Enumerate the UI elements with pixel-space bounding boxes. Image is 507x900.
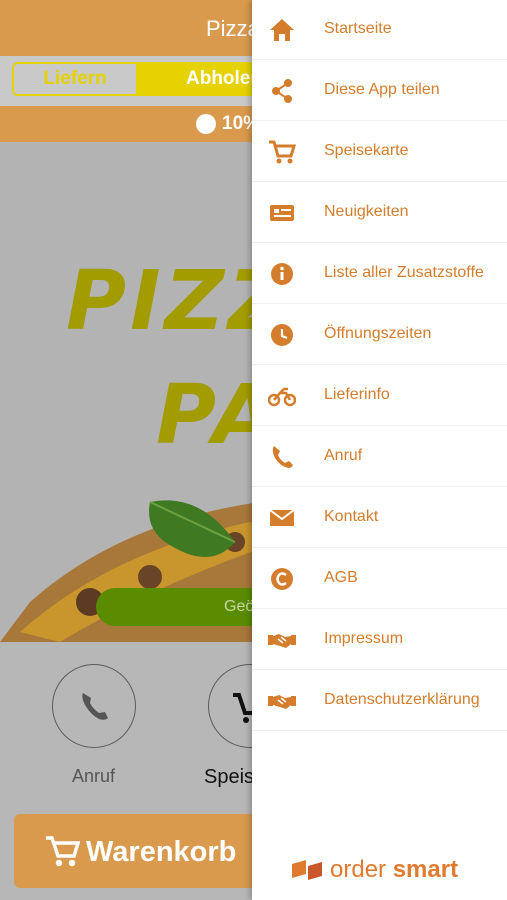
open-status-text: Geö	[224, 598, 255, 615]
drawer-item-label: Datenschutzerklärung	[324, 691, 480, 708]
navigation-drawer: Startseite Diese App teilen Speisekarte …	[252, 0, 507, 900]
drawer-item-label: Neuigkeiten	[324, 203, 409, 220]
brand-name: order smart	[330, 856, 458, 884]
drawer-item-label: Anruf	[324, 447, 363, 464]
drawer-item-zusatzstoffe[interactable]: Liste aller Zusatzstoffe	[252, 244, 507, 304]
menu-label: Speis	[204, 766, 255, 788]
drawer-item-impressum[interactable]: Impressum	[252, 610, 507, 670]
drawer-item-label: Liste aller Zusatzstoffe	[324, 264, 484, 281]
drawer-item-label: AGB	[324, 569, 358, 586]
drawer-item-label: Diese App teilen	[324, 81, 440, 98]
deliver-option[interactable]: Liefern	[14, 64, 136, 94]
home-icon	[270, 19, 294, 41]
phone-icon	[272, 446, 293, 468]
call-label: Anruf	[72, 766, 116, 786]
drawer-item-oeffnungszeiten[interactable]: Öffnungszeiten	[252, 305, 507, 365]
share-icon	[272, 79, 292, 103]
handshake-icon	[268, 634, 296, 648]
drawer-item-speisekarte[interactable]: Speisekarte	[252, 122, 507, 182]
drawer-item-kontakt[interactable]: Kontakt	[252, 488, 507, 548]
drawer-item-label: Startseite	[324, 20, 392, 37]
info-icon	[271, 263, 293, 285]
clock-icon	[271, 324, 293, 346]
drawer-item-share[interactable]: Diese App teilen	[252, 61, 507, 121]
order-smart-logo-icon	[292, 860, 322, 880]
discount-badge-icon	[196, 114, 216, 134]
drawer-item-startseite[interactable]: Startseite	[252, 0, 507, 60]
call-button[interactable]	[52, 664, 136, 748]
mail-icon	[269, 509, 295, 526]
handshake-icon	[268, 695, 296, 709]
brand-name-part2: smart	[392, 856, 459, 883]
cart-icon	[46, 836, 80, 867]
brand-name-part1: order	[330, 856, 393, 883]
drawer-item-datenschutz[interactable]: Datenschutzerklärung	[252, 671, 507, 731]
news-icon	[270, 205, 294, 221]
drawer-item-agb[interactable]: AGB	[252, 549, 507, 609]
drawer-item-anruf[interactable]: Anruf	[252, 427, 507, 487]
drawer-item-neuigkeiten[interactable]: Neuigkeiten	[252, 183, 507, 243]
drawer-item-label: Speisekarte	[324, 142, 409, 159]
drawer-item-label: Kontakt	[324, 508, 379, 525]
drawer-item-label: Lieferinfo	[324, 386, 390, 403]
drawer-item-label: Öffnungszeiten	[324, 325, 432, 342]
cart-label: Warenkorb	[86, 836, 237, 868]
motorbike-icon	[268, 387, 296, 407]
cart-icon	[269, 140, 296, 164]
phone-icon	[82, 693, 108, 720]
drawer-item-label: Impressum	[324, 630, 404, 647]
drawer-item-lieferinfo[interactable]: Lieferinfo	[252, 366, 507, 426]
copyright-icon	[271, 568, 293, 590]
